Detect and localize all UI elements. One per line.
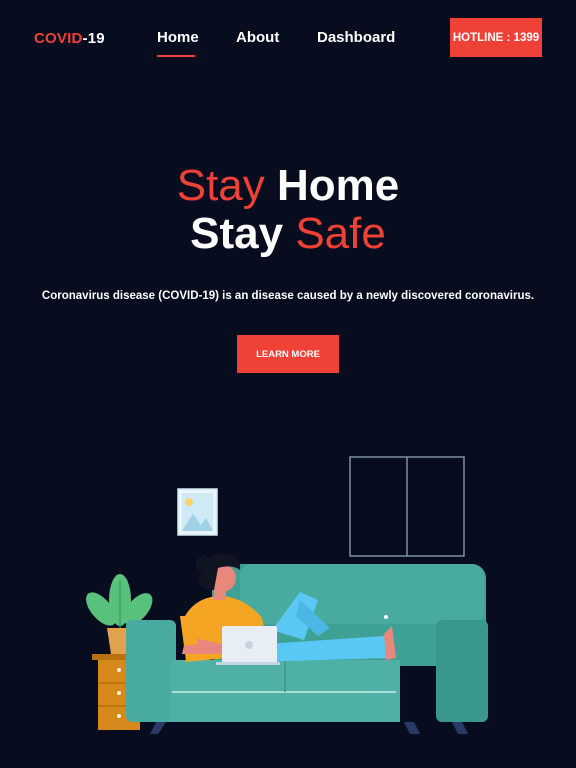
hero-word-safe: Safe [295, 209, 386, 258]
hero-word-home: Home [277, 161, 400, 210]
page: COVID-19 Home About Dashboard HOTLINE : … [0, 0, 576, 768]
window-icon [349, 456, 465, 557]
hero-word-stay-2: Stay [190, 209, 284, 258]
logo[interactable]: COVID-19 [34, 30, 105, 47]
picture-frame-icon [177, 488, 218, 536]
hotline-button[interactable]: HOTLINE : 1399 [450, 18, 542, 57]
nav-link-about[interactable]: About [236, 29, 279, 46]
nav-link-dashboard[interactable]: Dashboard [317, 29, 395, 46]
hero-subtitle: Coronavirus disease (COVID-19) is an dis… [41, 290, 535, 302]
nav-link-home[interactable]: Home [157, 29, 199, 46]
logo-prefix: COVID [34, 30, 83, 47]
hero-word-stay-1: Stay [176, 161, 265, 210]
logo-suffix: -19 [82, 30, 105, 47]
laptop-icon [216, 626, 280, 665]
hero-line-1: Stay Home [0, 162, 576, 210]
stay-home-illustration [86, 456, 488, 734]
nav-active-indicator [157, 55, 195, 57]
hero-line-2: Stay Safe [0, 210, 576, 258]
hero-title: Stay Home Stay Safe [0, 162, 576, 258]
learn-more-button[interactable]: LEARN MORE [237, 335, 339, 373]
